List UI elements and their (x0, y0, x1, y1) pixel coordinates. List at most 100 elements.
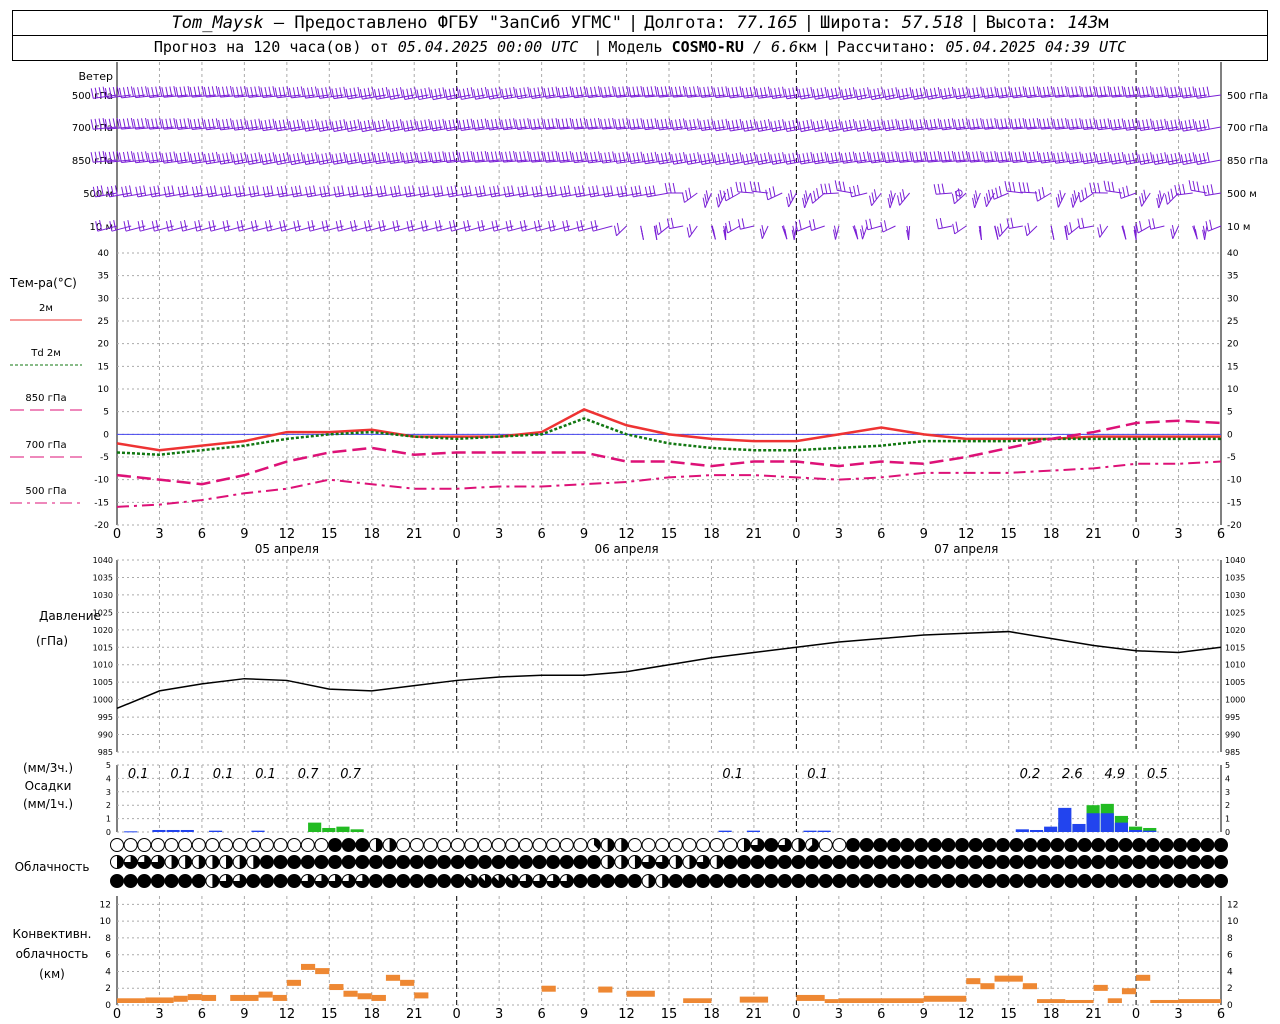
wind-barb-feather (208, 221, 212, 232)
wind-barb-feather (806, 87, 810, 98)
cloud-cover-circle (178, 874, 193, 888)
convective-bar (626, 990, 655, 997)
cloud-cover-circle (886, 855, 901, 869)
cloud-cover-circle (1173, 838, 1188, 852)
day-label: 06 апреля (594, 542, 658, 556)
precip-3h-label: 0.1 (128, 767, 149, 782)
wind-barb-feather (252, 186, 256, 197)
wind-barb-feather (820, 183, 824, 194)
wind-barb-feather (238, 186, 242, 197)
wind-barb-feather (440, 185, 444, 196)
wind-barb-feather (319, 186, 323, 197)
wind-barb-feather (329, 119, 333, 130)
wind-barb-feather (810, 119, 814, 130)
wind-barb-feather (1135, 86, 1139, 97)
conv-xtick-label: 3 (495, 1007, 503, 1022)
wind-barb-feather (414, 87, 418, 98)
conv-xtick-label: 0 (113, 1007, 121, 1022)
wind-barb-feather (1166, 120, 1170, 132)
cloud-cover-circle (368, 855, 383, 869)
wind-barb-feather (229, 118, 233, 129)
wind-barb-feather (911, 89, 915, 100)
wind-barb-feather (853, 185, 857, 197)
wind-barb-feather (578, 186, 581, 197)
wind-barb-feather (125, 186, 129, 197)
wind-barb-feather (309, 186, 313, 197)
wind-barb-feather (1182, 183, 1186, 195)
precip-ytick-label: 2 (106, 801, 111, 810)
cloud-cover-circle (314, 838, 329, 852)
temp-xtick-label: 12 (618, 527, 635, 542)
wind-barb-feather (279, 221, 283, 232)
convective-bar (329, 984, 344, 991)
wind-barb-feather (923, 151, 927, 162)
wind-barb-feather (824, 119, 828, 130)
cloud-cover-circle (1145, 874, 1160, 888)
wind-barb-feather (130, 86, 134, 97)
wind-barb-feather (535, 186, 539, 197)
conv-xtick-label: 15 (321, 1007, 338, 1022)
convective-bar (1093, 984, 1108, 991)
wind-barb-feather (569, 117, 573, 129)
cloud-cover-circle (832, 855, 847, 869)
wind-barb-feather (289, 121, 292, 132)
wind-barb-feather (947, 87, 951, 98)
wind-barb-feather (548, 221, 552, 232)
cloud-cover-circle (1009, 855, 1024, 869)
pressure-ytick-label: 1015 (93, 643, 113, 652)
precip-bar-green (350, 829, 364, 832)
wind-level-label-right: 500 гПа (1227, 91, 1268, 102)
wind-barb-feather (770, 154, 774, 165)
wind-barb-feather (260, 154, 264, 165)
wind-barb-feather (798, 88, 802, 100)
cloud-cover-fill (662, 874, 669, 888)
wind-barb-feather (498, 150, 502, 162)
wind-barb-feather (487, 89, 491, 100)
wind-barb-feather (378, 221, 382, 232)
wind-barb-feather (937, 183, 941, 195)
wind-barb-feather (130, 117, 134, 129)
conv-ytick-label: 6 (105, 951, 111, 961)
precip-bar-blue (209, 830, 223, 832)
wind-barb-feather (173, 151, 177, 162)
wind-barb-feather (414, 119, 418, 130)
cloud-cover-circle (355, 855, 370, 869)
wind-barb-feather (404, 186, 408, 197)
cloud-cover-circle (505, 838, 520, 852)
wind-barb-feather (682, 85, 686, 97)
wind-barb-feather (187, 151, 191, 162)
cloud-cover-circle (396, 838, 411, 852)
wind-barb-feather (392, 221, 396, 232)
wind-barb-feather (816, 88, 820, 99)
wind-barb-feather (139, 186, 143, 197)
convective-title-2: облачность (16, 947, 89, 961)
wind-barb-feather (841, 89, 845, 100)
wind-barb-feather (511, 185, 515, 196)
wind-barb-feather (116, 86, 120, 97)
wind-barb-feather (555, 118, 559, 129)
wind-barb-feather (339, 119, 343, 131)
wind-barb-feather (655, 224, 659, 235)
temp-xtick-label: 15 (661, 527, 678, 542)
wind-barb-feather (1170, 120, 1174, 131)
cloud-cover-circle (873, 838, 888, 852)
wind-barb-feather (1178, 184, 1182, 195)
temp-ytick-label-right: -10 (1227, 476, 1242, 486)
wind-barb-feather (778, 119, 782, 131)
wind-barb-feather (1065, 86, 1069, 97)
wind-barb-feather (300, 152, 304, 163)
pressure-ytick-label-right: 1000 (1225, 696, 1245, 705)
cloud-cover-circle (450, 838, 465, 852)
wind-barb-feather (749, 181, 753, 192)
cloud-cover-circle (328, 855, 343, 869)
pressure-ytick-label-right: 985 (1225, 748, 1240, 757)
wind-barb-feather (770, 121, 774, 132)
wind-barb-feather (452, 87, 456, 99)
wind-barb-feather (130, 151, 134, 162)
wind-barb-feather (396, 87, 399, 99)
cloud-cover-circle (300, 855, 315, 869)
wind-barb-feather (1085, 152, 1089, 164)
precip-ytick-label: 0 (106, 828, 111, 837)
wind-barb-feather (345, 121, 349, 132)
cloud-cover-circle (600, 874, 615, 888)
